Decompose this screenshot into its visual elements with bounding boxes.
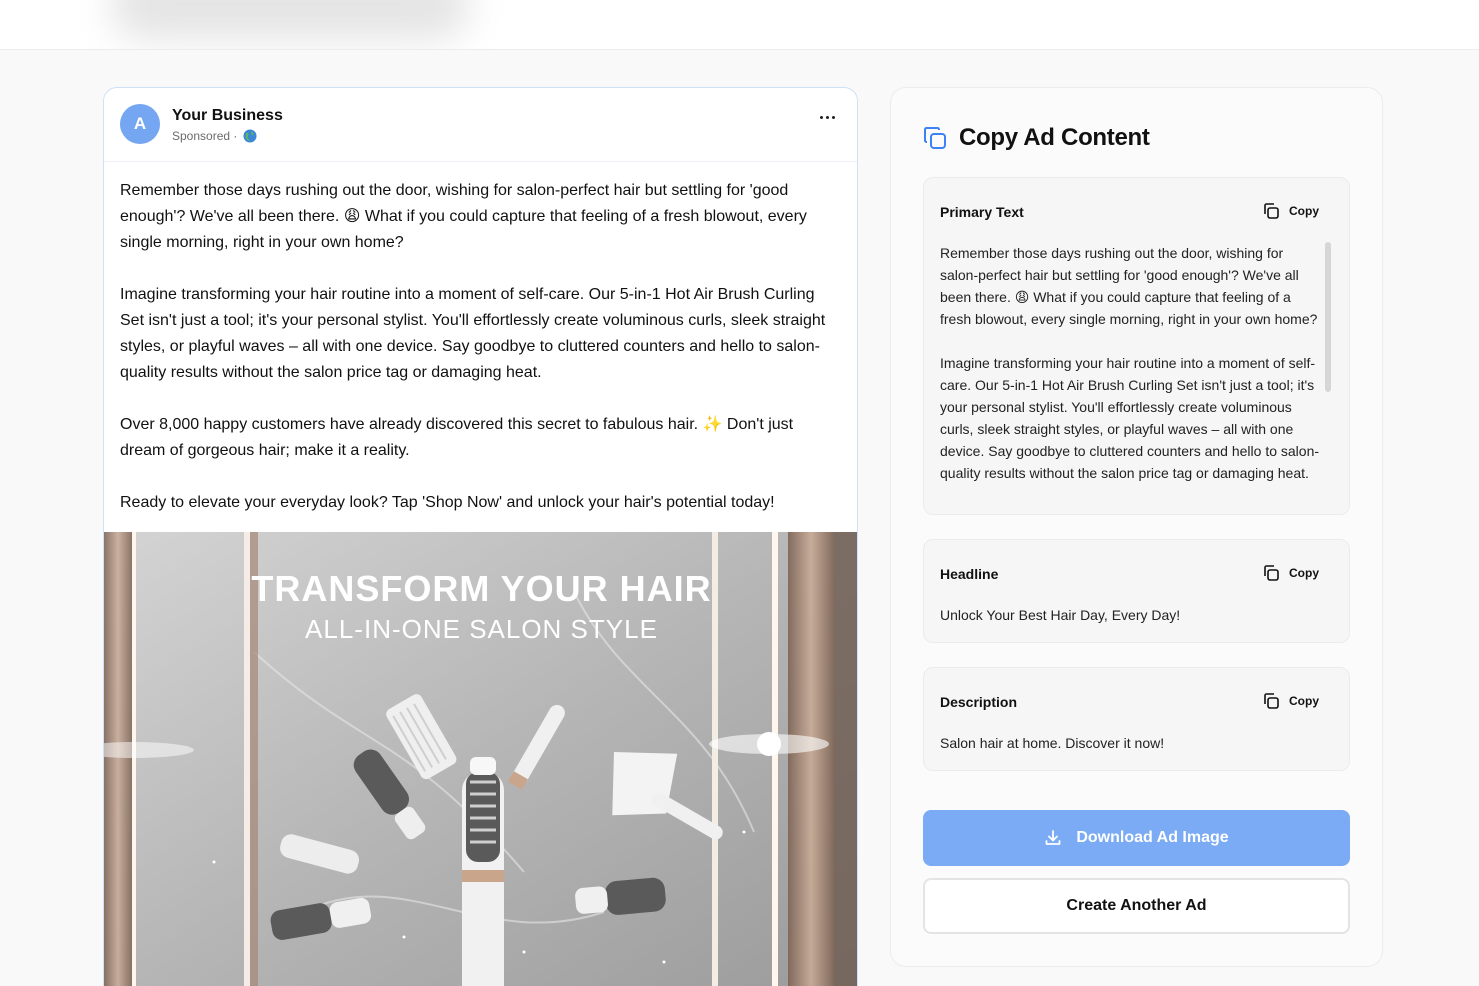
copy-headline-button[interactable]: Copy xyxy=(1262,564,1319,582)
scrollbar-thumb[interactable] xyxy=(1325,242,1331,392)
headline-field: Headline Copy Unlock Your Best Hair Day,… xyxy=(923,539,1350,643)
headline-value: Unlock Your Best Hair Day, Every Day! xyxy=(940,607,1181,623)
sponsored-line: Sponsored · xyxy=(172,129,257,143)
description-field: Description Copy Salon hair at home. Dis… xyxy=(923,667,1350,771)
description-label: Description xyxy=(940,694,1018,710)
panel-header: Copy Ad Content xyxy=(923,124,1150,152)
copy-ad-content-panel: Copy Ad Content Primary Text Copy Rememb… xyxy=(890,87,1383,967)
primary-text-paragraph: Imagine transforming your hair routine i… xyxy=(940,355,1320,481)
ad-primary-text: Remember those days rushing out the door… xyxy=(104,162,857,516)
ad-text-paragraph: Ready to elevate your everyday look? Tap… xyxy=(120,494,775,511)
copy-icon xyxy=(1264,565,1279,581)
primary-text-field: Primary Text Copy Remember those days ru… xyxy=(923,177,1350,515)
ad-text-paragraph: Over 8,000 happy customers have already … xyxy=(120,416,794,459)
ad-header: A Your Business Sponsored · xyxy=(104,88,857,162)
description-value: Salon hair at home. Discover it now! xyxy=(940,735,1165,751)
copy-label: Copy xyxy=(1289,204,1319,218)
top-bar-blurred-overlay xyxy=(110,0,470,40)
copy-icon xyxy=(924,127,946,149)
copy-label: Copy xyxy=(1289,566,1319,580)
headline-label: Headline xyxy=(940,566,999,582)
primary-text-label: Primary Text xyxy=(940,204,1024,220)
copy-primary-text-button[interactable]: Copy xyxy=(1262,202,1319,220)
top-bar xyxy=(0,0,1479,50)
panel-title: Copy Ad Content xyxy=(959,124,1150,151)
sponsored-label: Sponsored · xyxy=(172,129,238,143)
ad-image-subtitle: ALL-IN-ONE SALON STYLE xyxy=(305,614,658,644)
ad-image: TRANSFORM YOUR HAIR ALL-IN-ONE SALON STY… xyxy=(104,532,857,986)
ad-image-title: TRANSFORM YOUR HAIR xyxy=(251,568,712,609)
ad-text-paragraph: Remember those days rushing out the door… xyxy=(120,182,807,251)
download-icon xyxy=(1045,830,1061,845)
download-ad-image-button[interactable]: Download Ad Image xyxy=(923,810,1350,866)
copy-icon xyxy=(1264,693,1279,709)
copy-icon xyxy=(1264,203,1279,219)
avatar: A xyxy=(120,104,160,144)
globe-icon xyxy=(243,129,257,143)
scrollbar[interactable] xyxy=(1325,242,1331,498)
download-button-label: Download Ad Image xyxy=(1076,829,1229,846)
ad-preview-card: A Your Business Sponsored · Remember tho… xyxy=(103,87,858,986)
business-name: Your Business xyxy=(172,107,283,124)
copy-description-button[interactable]: Copy xyxy=(1262,692,1319,710)
more-options-icon[interactable] xyxy=(820,116,835,119)
create-another-ad-button[interactable]: Create Another Ad xyxy=(923,878,1350,934)
primary-text-paragraph: Remember those days rushing out the door… xyxy=(940,245,1318,327)
ad-text-paragraph: Imagine transforming your hair routine i… xyxy=(120,286,826,381)
copy-label: Copy xyxy=(1289,694,1319,708)
primary-text-content[interactable]: Remember those days rushing out the door… xyxy=(940,242,1320,498)
